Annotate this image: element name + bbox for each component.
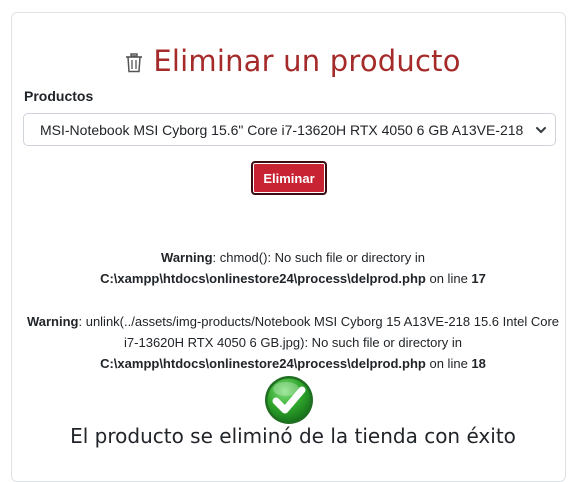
warning-unlink: Warning: unlink(../assets/img-products/N… [0, 311, 586, 374]
warning-label: Warning [161, 250, 213, 265]
trash-icon [126, 53, 143, 73]
warning-line-number: 17 [471, 271, 486, 286]
chevron-down-icon [536, 127, 546, 133]
warning-message-continued: i7-13620H RTX 4050 6 GB.jpg): No such fi… [124, 335, 462, 350]
warning-on-line: on line [425, 356, 472, 371]
warning-message: : unlink(../assets/img-products/Notebook… [78, 314, 560, 329]
warning-chmod: Warning: chmod(): No such file or direct… [0, 247, 586, 289]
delete-button[interactable]: Eliminar [251, 161, 327, 195]
warning-on-line: on line [425, 271, 472, 286]
products-label: Productos [24, 88, 94, 104]
page-title: Eliminar un producto [153, 44, 461, 78]
success-message: El producto se eliminó de la tienda con … [70, 424, 516, 448]
warning-label: Warning [26, 314, 79, 329]
warning-message: : chmod(): No such file or directory in [212, 250, 425, 265]
product-select[interactable]: MSI-Notebook MSI Cyborg 15.6" Core i7-13… [23, 113, 556, 146]
product-select-value: MSI-Notebook MSI Cyborg 15.6" Core i7-13… [40, 121, 528, 138]
check-icon [265, 376, 313, 424]
warning-path: C:\xampp\htdocs\onlinestore24\process\de… [100, 271, 426, 286]
page-header: Eliminar un producto [0, 38, 586, 84]
warning-line-number: 18 [471, 356, 486, 371]
warning-path: C:\xampp\htdocs\onlinestore24\process\de… [100, 356, 426, 371]
